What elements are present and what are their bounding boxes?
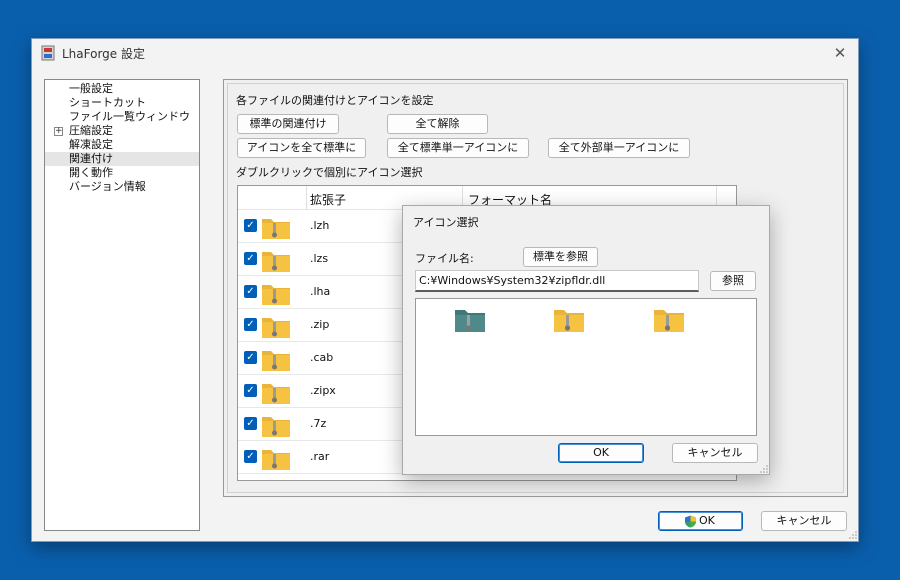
tree-item-open-action[interactable]: 開く動作 [69,166,113,180]
tree-item-extract[interactable]: 解凍設定 [69,138,113,152]
all-icons-default-button[interactable]: アイコンを全て標準に [237,138,366,158]
browse-default-button[interactable]: 標準を参照 [523,247,598,267]
checkbox[interactable]: ✓ [244,285,257,298]
resize-grip-icon[interactable] [849,531,857,539]
icon-path-input[interactable]: C:¥Windows¥System32¥zipfldr.dll [415,270,699,292]
extension-label: .lzh [310,219,330,232]
tree-item-compress[interactable]: 圧縮設定 [69,124,113,138]
settings-tree[interactable]: 一般設定 ショートカット ファイル一覧ウィンドウ + 圧縮設定 解凍設定 関連付… [44,79,200,531]
checkbox[interactable]: ✓ [244,219,257,232]
checkbox[interactable]: ✓ [244,417,257,430]
filename-label: ファイル名: [415,252,474,265]
default-association-button[interactable]: 標準の関連付け [237,114,339,134]
extension-label: .rar [310,450,330,463]
extension-label: .7z [310,417,327,430]
icon-select-dialog: アイコン選択 ファイル名: 標準を参照 C:¥Windows¥System32¥… [402,205,770,475]
extension-label: .lzs [310,252,329,265]
title-bar[interactable]: LhaForge 設定 ✕ [32,39,858,67]
checkbox[interactable]: ✓ [244,351,257,364]
zip-folder-icon [262,252,290,272]
close-icon[interactable]: ✕ [830,43,850,63]
window-title: LhaForge 設定 [62,47,145,61]
expand-icon[interactable]: + [54,127,63,136]
tree-item-version[interactable]: バージョン情報 [69,180,146,194]
uac-shield-icon [685,515,696,528]
icon-picker-list[interactable] [415,298,757,436]
zip-folder-icon [262,450,290,470]
dialog-cancel-button[interactable]: キャンセル [672,443,758,463]
resize-grip-icon[interactable] [760,465,768,473]
extension-label: .zipx [310,384,336,397]
all-single-default-icon-button[interactable]: 全て標準単一アイコンに [387,138,529,158]
ok-label: OK [699,514,715,527]
tree-item-file-list-window[interactable]: ファイル一覧ウィンドウ [69,110,190,124]
column-separator[interactable] [306,186,307,210]
zip-folder-icon [262,417,290,437]
checkbox[interactable]: ✓ [244,450,257,463]
tree-item-shortcut[interactable]: ショートカット [69,96,146,110]
tree-item-general[interactable]: 一般設定 [69,82,113,96]
teal-zip-folder-icon[interactable] [454,305,486,333]
zip-folder-icon [262,318,290,338]
ok-button[interactable]: OK [658,511,743,531]
checkbox[interactable]: ✓ [244,252,257,265]
association-heading: 各ファイルの関連付けとアイコンを設定 [236,94,434,107]
browse-button[interactable]: 参照 [710,271,756,291]
zip-folder-icon [262,384,290,404]
list-caption: ダブルクリックで個別にアイコン選択 [236,166,423,179]
zip-folder-icon [262,351,290,371]
checkbox[interactable]: ✓ [244,384,257,397]
checkbox[interactable]: ✓ [244,318,257,331]
extension-label: .zip [310,318,330,331]
column-header-extension[interactable]: 拡張子 [310,191,346,208]
yellow-zip-folder-icon[interactable] [553,305,585,333]
zip-folder-icon [262,219,290,239]
cancel-button[interactable]: キャンセル [761,511,847,531]
unassociate-all-button[interactable]: 全て解除 [387,114,488,134]
dialog-ok-button[interactable]: OK [558,443,644,463]
zip-folder-icon [262,285,290,305]
extension-label: .lha [310,285,331,298]
lhaforge-app-icon [41,45,55,61]
tree-item-association[interactable]: 関連付け [45,152,199,166]
dialog-title: アイコン選択 [413,216,479,229]
all-single-external-icon-button[interactable]: 全て外部単一アイコンに [548,138,690,158]
extension-label: .cab [310,351,334,364]
yellow-zip-folder-icon[interactable] [653,305,685,333]
